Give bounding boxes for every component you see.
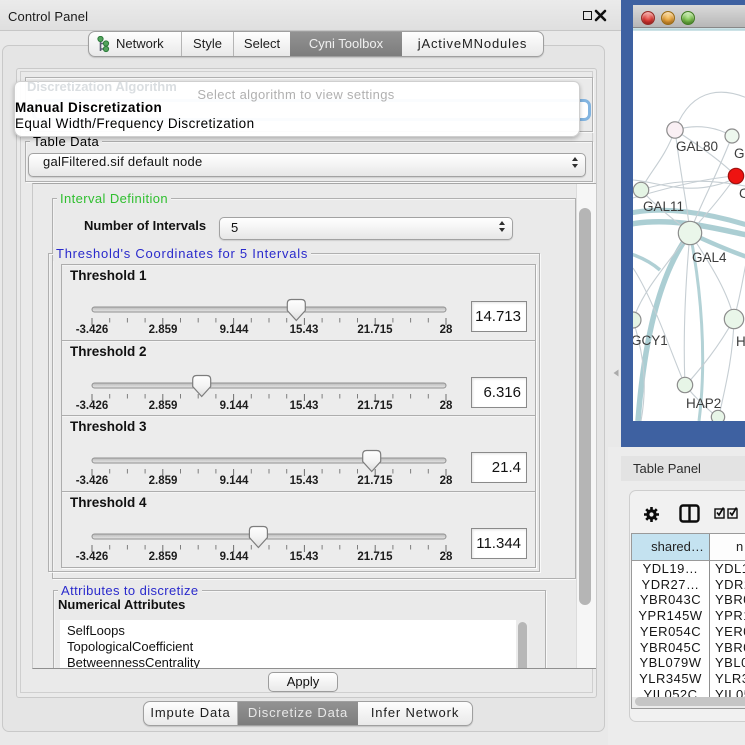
svg-text:C: C (739, 186, 745, 201)
svg-text:GAL80: GAL80 (676, 139, 718, 154)
svg-text:GAL4: GAL4 (692, 250, 727, 265)
svg-text:H: H (736, 334, 745, 349)
svg-text:GCY1: GCY1 (633, 333, 668, 348)
svg-text:G.: G. (734, 146, 745, 161)
svg-text:HAP2: HAP2 (686, 396, 721, 411)
svg-text:GAL11: GAL11 (643, 199, 684, 214)
